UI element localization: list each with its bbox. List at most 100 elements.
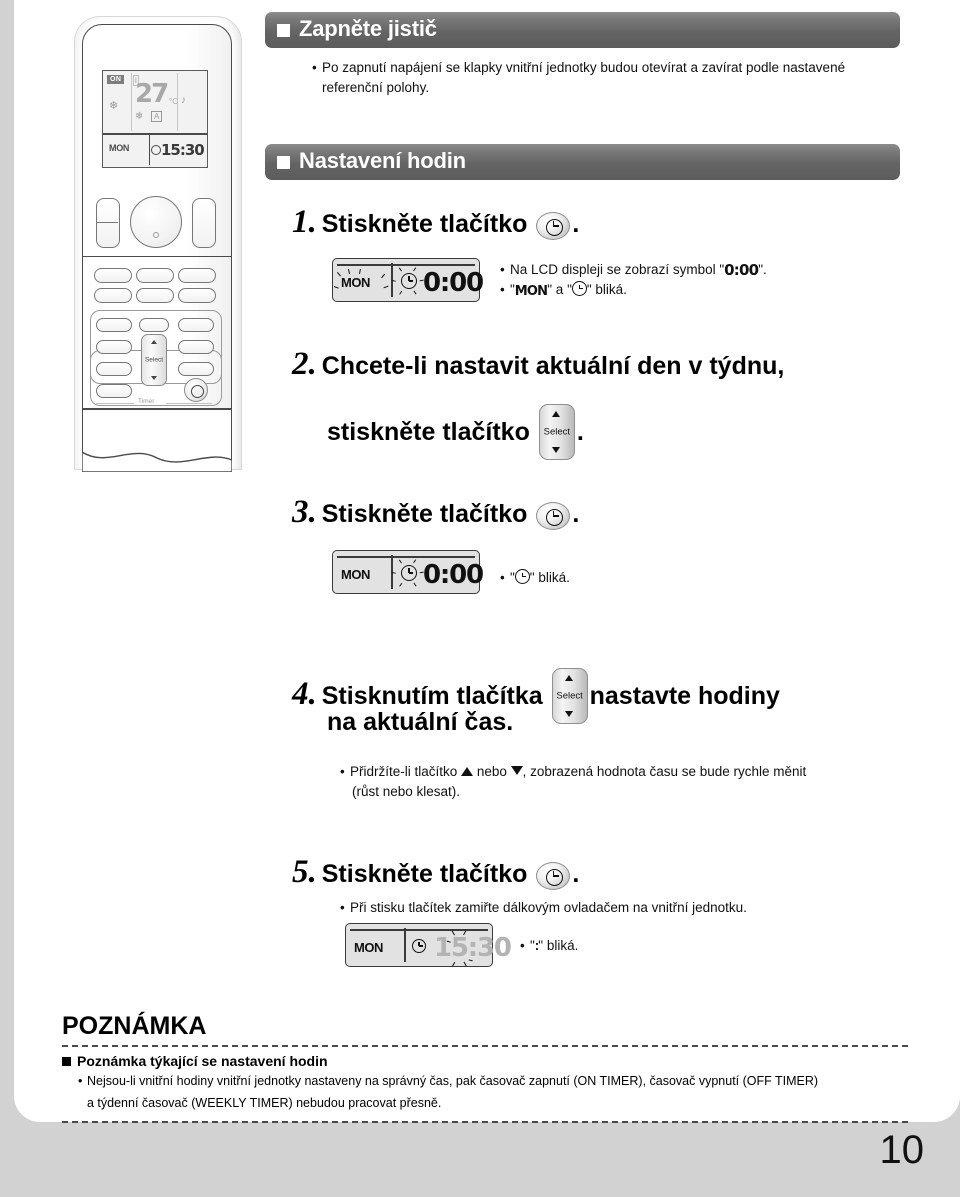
step-3-note: • " " bliká.	[500, 568, 750, 588]
remote-key-r3c2[interactable]	[139, 318, 169, 332]
remote-key-r5c3[interactable]	[178, 362, 214, 376]
step-2-number: 2.	[292, 346, 317, 382]
timer-rule-right	[166, 403, 212, 404]
step-4-text-line2: na aktuální čas.	[327, 708, 514, 736]
step-2-text-line1: Chcete-li nastavit aktuální den v týdnu,	[321, 352, 785, 380]
note-line-2: a týdenní časovač (WEEKLY TIMER) nebudou…	[87, 1094, 908, 1113]
remote-key-r5c1[interactable]	[96, 362, 132, 376]
lcd-top-rule	[337, 556, 475, 558]
chevron-up-icon	[565, 675, 574, 681]
step-5-note-text: Při stisku tlačítek zamiřte dálkovým ovl…	[350, 900, 747, 915]
step-3-period: .	[572, 500, 580, 528]
clock-icon	[190, 384, 204, 398]
step-4-note-post: , zobrazená hodnota času se bude rychle …	[522, 764, 807, 779]
chevron-down-icon	[151, 376, 157, 380]
remote-key-r1c2[interactable]	[136, 268, 174, 283]
lcd-divider-v1	[131, 73, 132, 131]
step-1-text: Stiskněte tlačítko	[321, 210, 528, 238]
square-bullet-icon	[277, 155, 290, 169]
remote-dial-marker	[153, 232, 159, 238]
select-button-icon[interactable]: Select	[538, 404, 575, 460]
step-4-note-line-2: (růst nebo klesat).	[352, 782, 872, 802]
remote-key-r4c3[interactable]	[178, 340, 214, 354]
step-2-text-line2-before: stiskněte tlačítko	[327, 418, 530, 446]
triangle-down-icon	[510, 766, 523, 775]
step-4-note: • Přidržíte-li tlačítko nebo , zobrazená …	[340, 762, 860, 782]
airflow-icon: ♪	[181, 95, 186, 106]
step-1-note-1-pre: Na LCD displeji se zobrazí symbol "	[510, 262, 725, 277]
remote-key-r4c1[interactable]	[96, 340, 132, 354]
remote-control-illustration: ON i 27 °C ❄ ❄ A ♪ MON 15:30 Select Time…	[68, 12, 248, 472]
chevron-down-icon	[565, 711, 574, 717]
step-5-lcd-time: 15:30	[434, 933, 512, 963]
step-3-lcd-clock-icon	[401, 565, 417, 581]
step-2-line-1: 2. Chcete-li nastavit aktuální den v týdn…	[292, 346, 784, 383]
remote-key-dial[interactable]	[130, 196, 182, 248]
section-header-breaker: Zapněte jistič	[265, 12, 900, 48]
remote-key-r2c3[interactable]	[178, 288, 216, 303]
step-5-text: Stiskněte tlačítko	[321, 860, 528, 888]
torn-edge-wave	[82, 451, 232, 472]
remote-key-left-split	[96, 222, 118, 223]
select-button-label: Select	[556, 690, 583, 702]
step-1-lcd-clock-icon	[401, 273, 417, 289]
step-1: 1. Stiskněte tlačítko .	[292, 204, 579, 241]
lcd-time: 15:30	[161, 141, 205, 159]
lcd-auto-badge: A	[151, 111, 163, 122]
remote-select-button[interactable]: Select	[141, 334, 167, 386]
remote-key-r2c2[interactable]	[136, 288, 174, 303]
step-4-note-pre: Přidržíte-li tlačítko	[350, 764, 458, 779]
step-5-note-2-post: " bliká.	[538, 938, 579, 953]
remote-key-r1c1[interactable]	[94, 268, 132, 283]
step-2-text-line2-after: .	[576, 418, 584, 446]
step-3-lcd-time: 0:00	[423, 560, 484, 590]
lcd-top-rule	[337, 264, 475, 266]
remote-key-r2c1[interactable]	[94, 288, 132, 303]
bullet-dot: •	[312, 60, 317, 75]
note-line-1-text: Nejsou-li vnitřní hodiny vnitřní jednotk…	[87, 1074, 819, 1088]
remote-key-r6c1[interactable]	[96, 384, 132, 398]
step-3-number: 3.	[292, 494, 317, 530]
lcd-vertical-rule	[391, 263, 393, 297]
step-3: 3. Stiskněte tlačítko .	[292, 494, 579, 531]
bullet-dot: •	[500, 282, 505, 297]
remote-clock-button[interactable]	[184, 378, 208, 402]
remote-lcd-display: ON i 27 °C ❄ ❄ A ♪ MON 15:30	[102, 70, 208, 168]
timer-rule-left	[96, 403, 134, 404]
clock-button-icon[interactable]	[536, 212, 571, 240]
page-number: 10	[879, 1128, 925, 1172]
step-1-note-1-lcdtext: 0:00	[724, 261, 759, 279]
remote-key-r1c3[interactable]	[178, 268, 216, 283]
remote-key-left[interactable]	[96, 198, 120, 248]
step-5-period: .	[572, 860, 580, 888]
remote-divider	[82, 256, 232, 258]
chevron-up-icon	[151, 340, 157, 344]
select-button-icon[interactable]: Select	[551, 668, 588, 724]
square-bullet-icon	[62, 1057, 71, 1066]
lcd-divider-horizontal	[103, 133, 207, 135]
remote-select-label: Select	[144, 356, 164, 364]
note-title: POZNÁMKA	[62, 1012, 207, 1040]
remote-key-r3c1[interactable]	[96, 318, 132, 332]
remote-key-r3c3[interactable]	[178, 318, 214, 332]
square-bullet-icon	[277, 23, 290, 37]
bullet-dot: •	[500, 262, 505, 277]
bullet-dot: •	[340, 764, 345, 779]
step-5-lcd-day: MON	[354, 940, 383, 955]
step-1-note-1: • Na LCD displeji se zobrazí symbol "0:00…	[500, 260, 830, 282]
step-5-note: • Při stisku tlačítek zamiřte dálkovým ov…	[340, 898, 900, 918]
remote-timer-label: Timer	[138, 398, 155, 405]
step-5-lcd-clock-icon	[412, 939, 426, 953]
lcd-temperature: 27	[135, 79, 169, 109]
remote-key-right[interactable]	[192, 198, 216, 248]
note-divider-top	[62, 1045, 908, 1047]
step-1-number: 1.	[292, 204, 317, 240]
clock-icon	[514, 569, 530, 584]
snowflake-icon: ❄	[109, 100, 119, 112]
clock-button-icon[interactable]	[536, 862, 571, 890]
chevron-down-icon	[552, 447, 561, 453]
lcd-clock-icon	[151, 145, 161, 155]
clock-button-icon[interactable]	[536, 502, 571, 530]
step-4-note-mid: nebo	[476, 764, 507, 779]
breaker-bullet-text: Po zapnutí napájení se klapky vnitřní je…	[322, 60, 846, 95]
